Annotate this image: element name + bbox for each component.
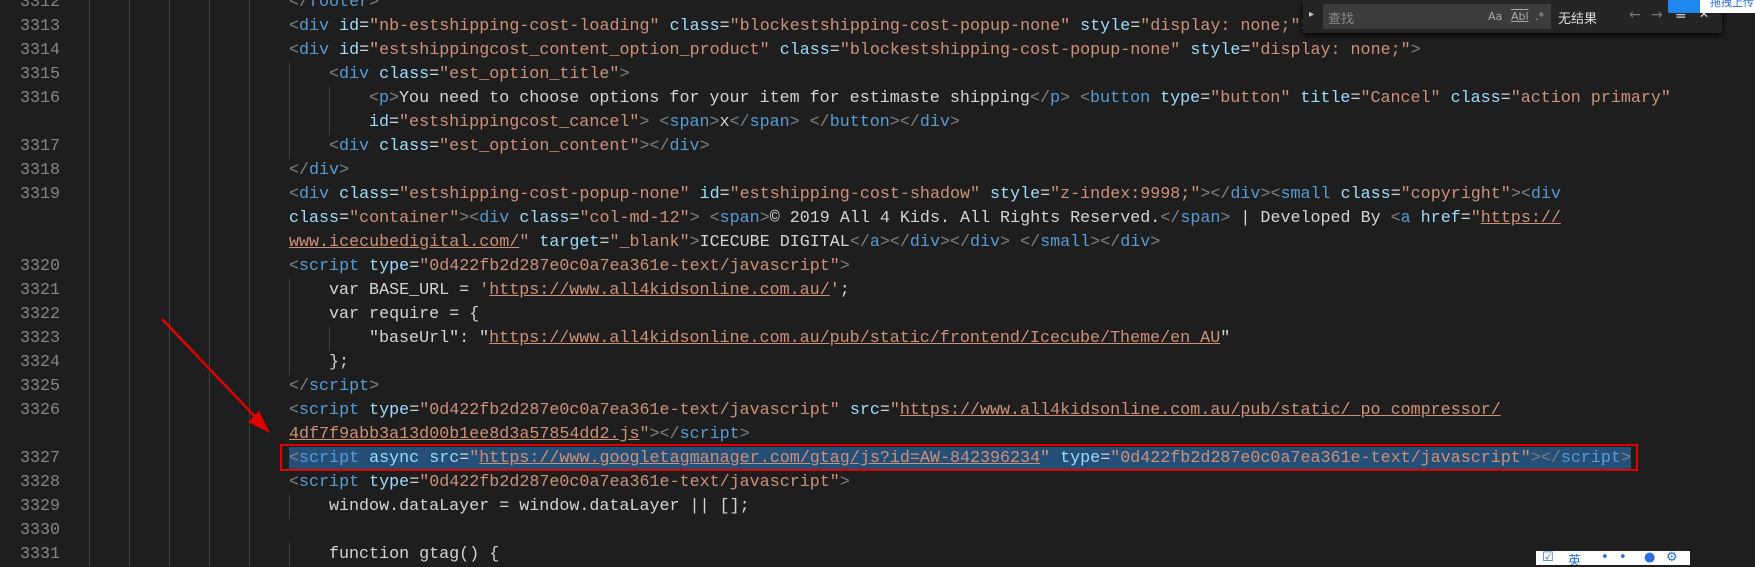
find-widget: ▸ 查找 Aa Abl .* 无结果 ← → ≡ ✕ <box>1303 0 1722 33</box>
whole-word-icon[interactable]: Abl <box>1511 10 1529 23</box>
next-match-icon[interactable]: → <box>1651 7 1663 23</box>
red-arrow-annotation <box>161 318 270 433</box>
highlight-box-annotation <box>280 444 1638 471</box>
regex-icon[interactable]: .* <box>1535 10 1544 23</box>
match-case-icon[interactable]: Aa <box>1488 10 1502 23</box>
toggle-replace-icon[interactable]: ▸ <box>1309 9 1314 20</box>
find-input[interactable]: 查找 Aa Abl .* <box>1323 4 1551 29</box>
upload-drop-button[interactable]: 拖拽上传 <box>1700 0 1755 13</box>
find-result-text: 无结果 <box>1558 12 1598 27</box>
find-placeholder: 查找 <box>1328 12 1355 27</box>
cloud-upload-icon[interactable] <box>1668 0 1700 13</box>
previous-match-icon[interactable]: ← <box>1629 7 1641 23</box>
